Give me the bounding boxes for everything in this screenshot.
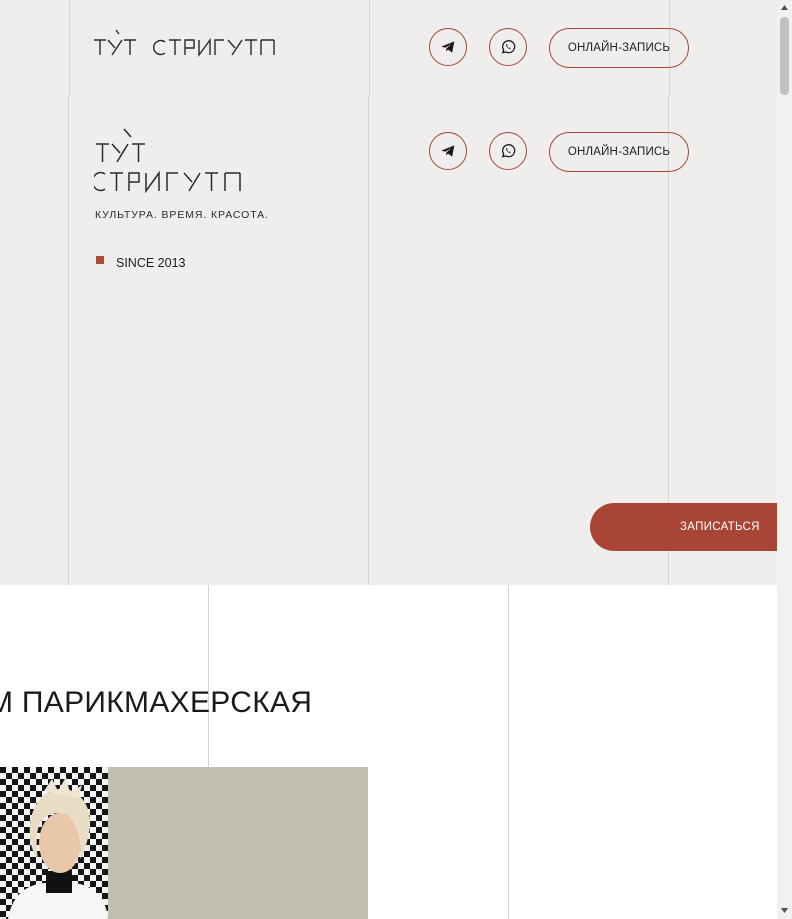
whatsapp-icon bbox=[501, 40, 516, 54]
whatsapp-icon bbox=[501, 144, 516, 158]
header-logo[interactable] bbox=[93, 28, 275, 58]
grid-line bbox=[369, 0, 370, 96]
grid-line bbox=[508, 585, 509, 919]
salon-photo bbox=[0, 767, 108, 919]
whatsapp-button[interactable] bbox=[489, 132, 527, 170]
grid-line bbox=[208, 585, 209, 767]
online-booking-button[interactable]: ОНЛАЙН-ЗАПИСЬ bbox=[549, 28, 689, 68]
scroll-down-arrow-icon[interactable] bbox=[780, 906, 789, 915]
section-title: М ПАРИКМАХЕРСКАЯ bbox=[0, 686, 313, 719]
since-label: SINCE 2013 bbox=[116, 256, 186, 270]
scroll-up-arrow-icon[interactable] bbox=[780, 3, 789, 12]
telegram-icon bbox=[441, 41, 455, 53]
scrollbar[interactable] bbox=[777, 0, 792, 919]
grid-line bbox=[69, 0, 70, 96]
telegram-icon bbox=[441, 145, 455, 157]
page-viewport: КУЛЬТУРА. ВРЕМЯ. КРАСОТА. SINCE 2013 ОНЛ… bbox=[0, 0, 777, 919]
since-marker bbox=[96, 256, 104, 264]
book-now-button[interactable]: ЗАПИСАТЬСЯ bbox=[590, 503, 777, 551]
online-booking-button[interactable]: ОНЛАЙН-ЗАПИСЬ bbox=[549, 132, 689, 172]
scrollbar-thumb[interactable] bbox=[780, 17, 789, 95]
hero-tagline: КУЛЬТУРА. ВРЕМЯ. КРАСОТА. bbox=[95, 209, 269, 221]
hero-logo bbox=[94, 128, 241, 193]
grid-line bbox=[368, 96, 369, 585]
gallery-image-placeholder bbox=[108, 767, 368, 919]
hero-section: КУЛЬТУРА. ВРЕМЯ. КРАСОТА. SINCE 2013 ОНЛ… bbox=[0, 0, 777, 585]
whatsapp-button[interactable] bbox=[489, 28, 527, 66]
telegram-button[interactable] bbox=[429, 28, 467, 66]
grid-line bbox=[68, 96, 69, 585]
telegram-button[interactable] bbox=[429, 132, 467, 170]
